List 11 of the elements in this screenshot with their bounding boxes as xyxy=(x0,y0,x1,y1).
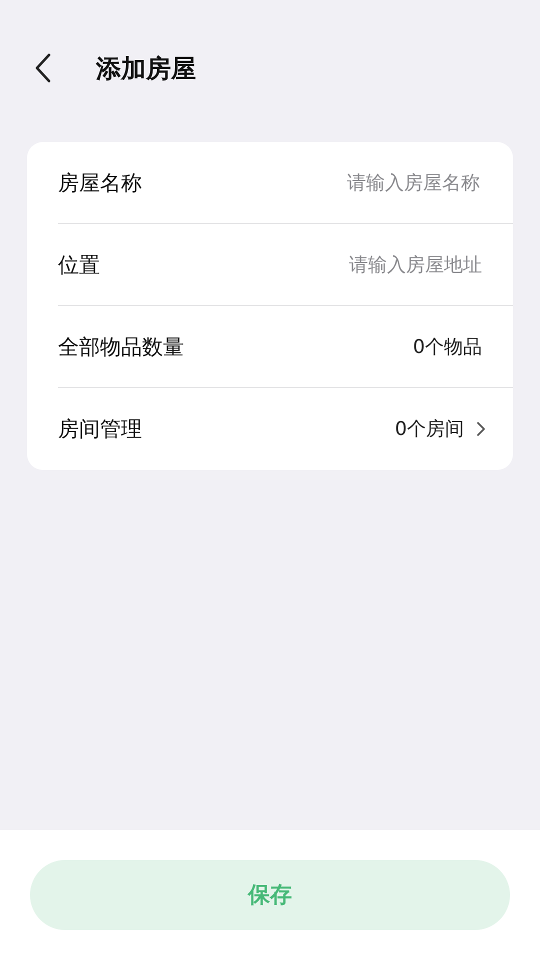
input-field[interactable]: 请输入房屋名称 xyxy=(278,170,482,194)
page-title: 添加房屋 xyxy=(96,52,196,84)
row-value: 0个房间 xyxy=(394,417,464,442)
row-label: 房屋名称 xyxy=(58,170,142,196)
row-label: 全部物品数量 xyxy=(58,334,184,360)
row-hint: 请输入房屋地址 xyxy=(349,252,482,278)
row-label: 位置 xyxy=(58,252,100,278)
chevron-right-icon[interactable] xyxy=(476,421,486,437)
row-label: 房间管理 xyxy=(58,416,142,443)
row-value: 0个物品 xyxy=(412,334,482,360)
back-icon xyxy=(34,52,52,84)
